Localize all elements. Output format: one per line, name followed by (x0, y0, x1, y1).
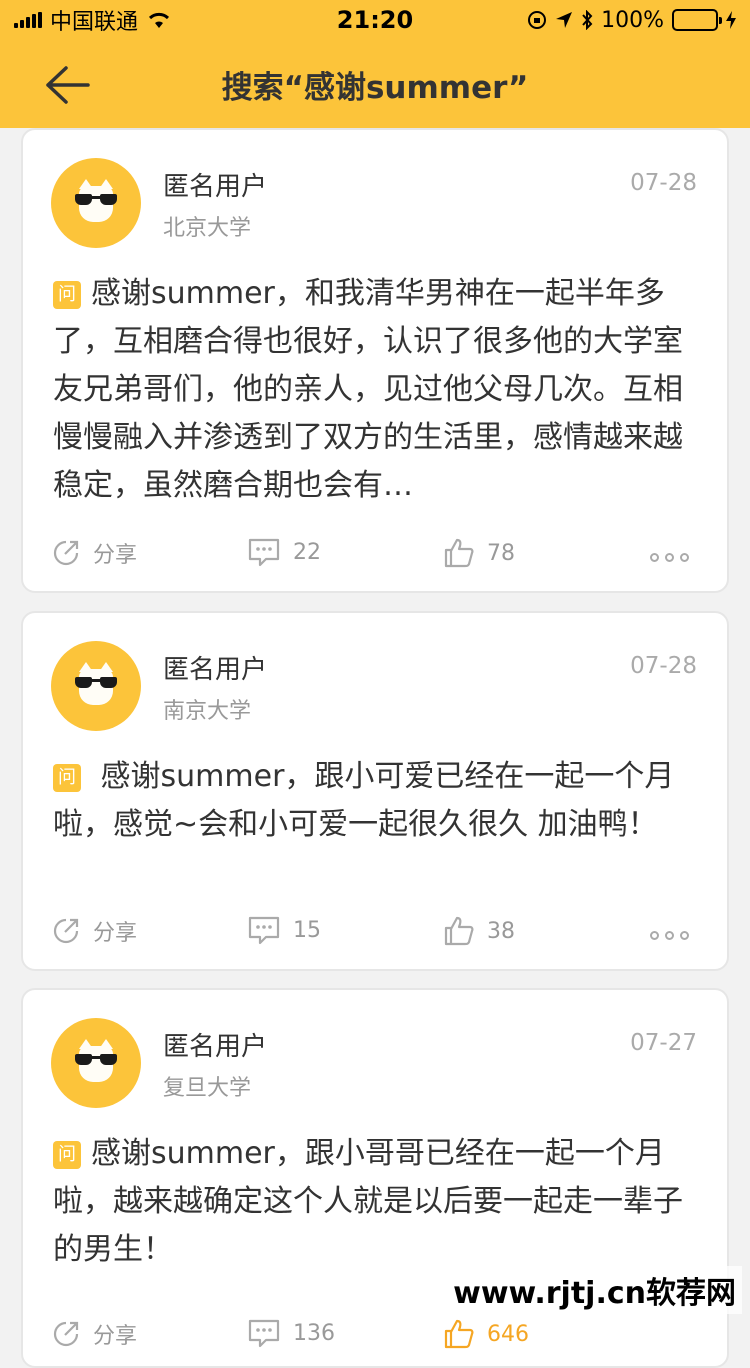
post-date: 07-27 (630, 1030, 697, 1056)
cat-sunglasses-avatar-icon (79, 186, 113, 222)
post-card[interactable]: 匿名用户 南京大学 07-28 问 感谢summer，跟小可爱已经在一起一个月啦… (21, 611, 729, 971)
school-label: 南京大学 (163, 693, 251, 725)
comment-icon (247, 1318, 281, 1348)
like-count: 646 (487, 1322, 529, 1347)
like-button[interactable]: 78 (443, 537, 515, 569)
battery-percent: 100% (601, 8, 664, 33)
school-label: 复旦大学 (163, 1070, 251, 1102)
thumbs-up-icon (443, 915, 475, 947)
wifi-icon (146, 10, 172, 30)
location-icon (555, 11, 573, 29)
comment-button[interactable]: 136 (247, 1318, 335, 1348)
share-button[interactable]: 分享 (51, 915, 137, 947)
comment-button[interactable]: 15 (247, 915, 321, 945)
post-actions: 分享 15 38 (23, 897, 727, 969)
school-label: 北京大学 (163, 210, 251, 242)
watermark: www.rjtj.cn软荐网 (447, 1266, 742, 1314)
comment-count: 15 (293, 918, 321, 943)
nav-bar: 搜索“感谢summer” (0, 40, 750, 128)
thumbs-up-icon (443, 537, 475, 569)
comment-icon (247, 915, 281, 945)
comment-icon (247, 537, 281, 567)
like-button[interactable]: 646 (443, 1318, 529, 1350)
more-options-icon[interactable] (650, 931, 689, 940)
post-actions: 分享 22 78 (23, 519, 727, 591)
top-bar: 中国联通 21:20 100% 搜索“感谢summer” (0, 0, 750, 128)
charging-icon (726, 11, 736, 29)
share-button[interactable]: 分享 (51, 1318, 137, 1350)
user-name[interactable]: 匿名用户 (163, 1026, 267, 1063)
avatar[interactable] (51, 641, 141, 731)
share-button[interactable]: 分享 (51, 537, 137, 569)
post-text: 感谢summer，和我清华男神在一起半年多了，互相磨合得也很好，认识了很多他的大… (53, 276, 683, 503)
signal-icon (14, 12, 42, 28)
share-icon (51, 1319, 81, 1349)
comment-count: 22 (293, 540, 321, 565)
bluetooth-icon (581, 10, 593, 30)
avatar[interactable] (51, 1018, 141, 1108)
carrier-label: 中国联通 (50, 4, 138, 36)
like-button[interactable]: 38 (443, 915, 515, 947)
post-date: 07-28 (630, 653, 697, 679)
like-count: 78 (487, 541, 515, 566)
question-badge: 问 (53, 764, 81, 792)
post-actions: 分享 136 646 (23, 1308, 727, 1366)
post-content[interactable]: 问感谢summer，跟小哥哥已经在一起一个月啦，越来越确定这个人就是以后要一起走… (53, 1130, 703, 1274)
post-content[interactable]: 问感谢summer，和我清华男神在一起半年多了，互相磨合得也很好，认识了很多他的… (53, 270, 703, 510)
cat-sunglasses-avatar-icon (79, 669, 113, 705)
share-label: 分享 (93, 1318, 137, 1350)
share-label: 分享 (93, 915, 137, 947)
back-button[interactable] (44, 60, 100, 110)
user-name[interactable]: 匿名用户 (163, 649, 267, 686)
question-badge: 问 (53, 1141, 81, 1169)
post-content[interactable]: 问 感谢summer，跟小可爱已经在一起一个月啦，感觉~会和小可爱一起很久很久 … (53, 753, 703, 849)
avatar[interactable] (51, 158, 141, 248)
orientation-lock-icon (527, 10, 547, 30)
post-date: 07-28 (630, 170, 697, 196)
comment-button[interactable]: 22 (247, 537, 321, 567)
back-arrow-icon (44, 65, 90, 105)
page-title: 搜索“感谢summer” (222, 62, 529, 107)
share-icon (51, 538, 81, 568)
more-options-icon[interactable] (650, 553, 689, 562)
thumbs-up-icon (443, 1318, 475, 1350)
post-card[interactable]: 匿名用户 北京大学 07-28 问感谢summer，和我清华男神在一起半年多了，… (21, 128, 729, 593)
post-text: 感谢summer，跟小哥哥已经在一起一个月啦，越来越确定这个人就是以后要一起走一… (53, 1136, 683, 1267)
user-name[interactable]: 匿名用户 (163, 166, 267, 203)
comment-count: 136 (293, 1321, 335, 1346)
status-bar: 中国联通 21:20 100% (0, 0, 750, 40)
share-label: 分享 (93, 537, 137, 569)
post-text: 感谢summer，跟小可爱已经在一起一个月啦，感觉~会和小可爱一起很久很久 加油… (53, 759, 674, 842)
cat-sunglasses-avatar-icon (79, 1046, 113, 1082)
question-badge: 问 (53, 281, 81, 309)
like-count: 38 (487, 919, 515, 944)
battery-icon (672, 9, 718, 31)
share-icon (51, 916, 81, 946)
